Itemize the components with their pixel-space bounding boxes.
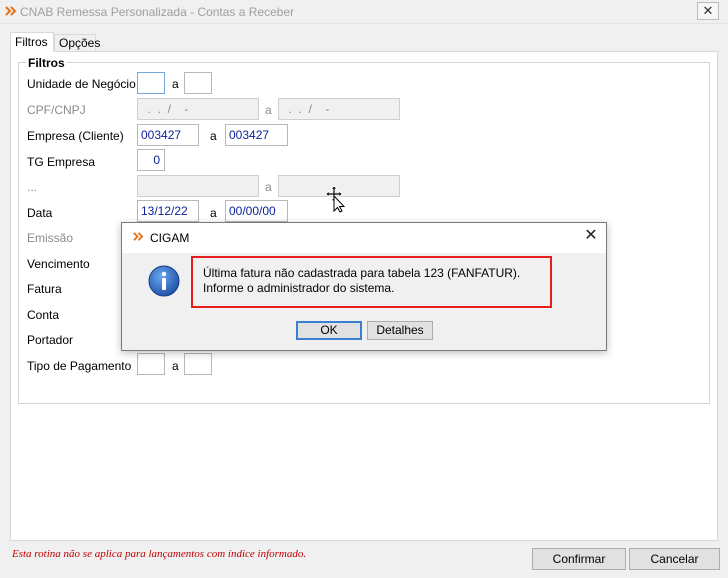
move-cursor-icon: [325, 185, 347, 213]
ok-button[interactable]: OK: [296, 321, 362, 340]
info-icon: [148, 265, 180, 297]
window-title: CNAB Remessa Personalizada - Contas a Re…: [20, 5, 295, 19]
details-button[interactable]: Detalhes: [367, 321, 433, 340]
label-data: Data: [27, 206, 53, 220]
message-highlight: Última fatura não cadastrada para tabela…: [191, 256, 552, 308]
dialog-body: Última fatura não cadastrada para tabela…: [122, 253, 606, 350]
label-unidade-negocio: Unidade de Negócio: [27, 77, 136, 91]
cpf-cnpj-from-input[interactable]: . . / -: [137, 98, 259, 120]
range-separator: a: [265, 103, 272, 117]
confirm-button[interactable]: Confirmar: [532, 548, 626, 570]
range-separator: a: [210, 206, 217, 220]
range-separator: a: [172, 359, 179, 373]
cigam-logo-icon: [4, 5, 17, 18]
message-dialog: CIGAM ✕ Última fatura não cadastrada par…: [121, 222, 607, 351]
tipo-pagamento-from-input[interactable]: [137, 353, 165, 375]
label-emissao: Emissão: [27, 231, 74, 245]
label-fatura: Fatura: [27, 282, 62, 296]
cancel-button[interactable]: Cancelar: [629, 548, 720, 570]
empresa-from-input[interactable]: 003427: [137, 124, 199, 146]
footer-note: Esta rotina não se aplica para lançament…: [12, 548, 307, 560]
window-close-button[interactable]: ✕: [697, 2, 719, 20]
empresa-to-input[interactable]: 003427: [225, 124, 288, 146]
label-tipo-pagamento: Tipo de Pagamento: [27, 359, 132, 373]
tab-opcoes[interactable]: Opções: [54, 34, 100, 51]
tg-empresa-input[interactable]: 0: [137, 149, 165, 171]
dialog-title: CIGAM: [150, 231, 190, 245]
unidade-negocio-from-input[interactable]: [137, 72, 165, 94]
range-separator: a: [172, 77, 179, 91]
label-cpf-cnpj: CPF/CNPJ: [27, 103, 86, 117]
tab-filtros[interactable]: Filtros: [10, 32, 54, 52]
dialog-close-button[interactable]: ✕: [583, 228, 599, 244]
filters-legend: Filtros: [26, 56, 67, 70]
data-from-input[interactable]: 13/12/22: [137, 200, 199, 222]
unidade-negocio-to-input[interactable]: [184, 72, 212, 94]
data-to-input[interactable]: 00/00/00: [225, 200, 288, 222]
window-titlebar: CNAB Remessa Personalizada - Contas a Re…: [0, 0, 728, 24]
label-ellipsis: ...: [27, 180, 38, 194]
label-portador: Portador: [27, 333, 74, 347]
label-conta: Conta: [27, 308, 60, 322]
range-separator: a: [210, 129, 217, 143]
range-separator: a: [265, 180, 272, 194]
label-empresa-cliente: Empresa (Cliente): [27, 129, 124, 143]
dialog-message: Última fatura não cadastrada para tabela…: [203, 266, 521, 295]
label-vencimento: Vencimento: [27, 257, 90, 271]
tipo-pagamento-to-input[interactable]: [184, 353, 212, 375]
ellipsis-from-input[interactable]: [137, 175, 259, 197]
label-tg-empresa: TG Empresa: [27, 155, 96, 169]
cpf-cnpj-to-input[interactable]: . . / -: [278, 98, 400, 120]
cigam-logo-icon: [132, 231, 144, 246]
